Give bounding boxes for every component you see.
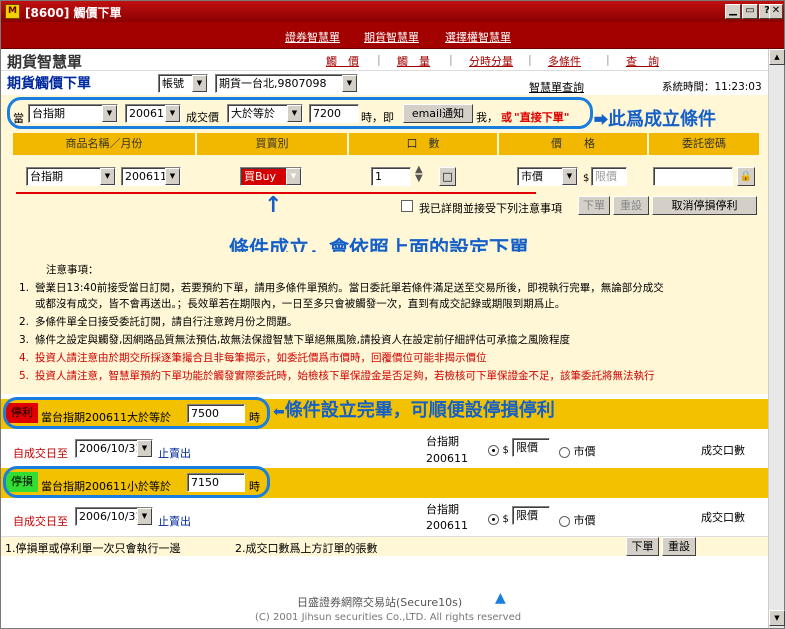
app-icon: M bbox=[5, 4, 20, 19]
footer: 日盛證券網際交易站(Secure10s) ▲ (C) 2001 Jihsun s… bbox=[1, 556, 769, 628]
take-profit-limit-radio[interactable]: $ bbox=[488, 443, 509, 456]
order-product-select[interactable]: 台指期 ▼ bbox=[26, 167, 116, 186]
stop-loss-limit-radio[interactable]: $ bbox=[488, 512, 509, 525]
take-profit-until-suffix: 止賣出 bbox=[158, 447, 191, 460]
system-time: 系統時間：11:23:03 bbox=[662, 81, 762, 93]
take-profit-qty-label: 成交口數 bbox=[701, 444, 745, 457]
notes-panel: 注意事項： 1. 營業日13:40前接受當日訂閱，若要預約下單，請用多條件單預約。… bbox=[1, 252, 784, 394]
reset-button-top[interactable]: 重設 bbox=[613, 196, 649, 215]
bottom-note-1: 1.停損單或停利單一次只會執行一邊 bbox=[5, 542, 181, 555]
minimize-icon[interactable]: ▁ bbox=[725, 4, 741, 19]
take-profit-product: 台指期 bbox=[426, 435, 459, 448]
dollar-sign: $ bbox=[583, 173, 590, 184]
scroll-up-icon[interactable]: ▲ bbox=[769, 49, 785, 65]
menu-touch-price[interactable]: 觸 價 bbox=[326, 53, 359, 69]
take-profit-date-select[interactable]: 2006/10/31 ▼ bbox=[75, 439, 153, 458]
chevron-down-icon: ▼ bbox=[100, 168, 115, 185]
order-month-select[interactable]: 200611 ▼ bbox=[121, 167, 181, 186]
bottom-note-2: 2.成交口數爲上方訂單的張數 bbox=[235, 542, 378, 555]
stop-loss-month: 200611 bbox=[426, 519, 468, 532]
nav-options-smart[interactable]: 選擇權智慧單 bbox=[445, 29, 511, 45]
chevron-down-icon: ▼ bbox=[165, 168, 180, 185]
note-item: 1. 營業日13:40前接受當日訂閱，若要預約下單，請用多條件單預約。當日委託單若… bbox=[18, 282, 664, 294]
menu-time-volume[interactable]: 分時分量 bbox=[469, 53, 513, 69]
take-profit-month: 200611 bbox=[426, 452, 468, 465]
condition-highlight-oval bbox=[7, 97, 593, 129]
chevron-down-icon: ▼ bbox=[137, 440, 152, 457]
menu-query[interactable]: 查 詢 bbox=[626, 53, 659, 69]
title-bar: M [8600] 觸價下單 ▁ ▭ ? bbox=[1, 1, 784, 22]
order-button[interactable]: 下單 bbox=[626, 537, 659, 556]
page-title: 期貨智慧單 bbox=[7, 53, 83, 71]
stop-loss-product: 台指期 bbox=[426, 503, 459, 516]
note-item: 2. 多條件單全日接受委託訂閱，請自行注意跨月份之問題。 bbox=[18, 316, 298, 328]
sub-header: 期貨智慧單 觸 價 | 觸 量 | 分時分量 | 多條件 | 查 詢 bbox=[1, 49, 784, 71]
take-profit-until-prefix: 自成交日至 bbox=[13, 447, 68, 460]
stop-loss-until-suffix: 止賣出 bbox=[158, 515, 191, 528]
col-header-side: 買賣別 bbox=[197, 133, 347, 155]
take-profit-highlight-oval bbox=[3, 397, 270, 429]
quantity-stepper-icon[interactable]: ▲ ▼ bbox=[415, 165, 423, 184]
close-icon[interactable]: ✕ bbox=[769, 4, 783, 19]
order-title: 期貨觸價下單 bbox=[7, 76, 91, 92]
take-profit-market-radio[interactable]: 市價 bbox=[559, 443, 596, 459]
reset-button[interactable]: 重設 bbox=[662, 537, 696, 556]
note-item: 4. 投資人請注意由於期交所採逐筆撮合且非每筆揭示，如委託價爲市價時，回覆價位可能… bbox=[18, 352, 487, 364]
price-type-select[interactable]: 市價 ▼ bbox=[517, 167, 578, 186]
vertical-scrollbar[interactable]: ▲ ▼ bbox=[768, 49, 785, 628]
account-select[interactable]: 帳號 ▼ bbox=[158, 74, 208, 93]
quantity-input[interactable]: 1 bbox=[371, 167, 411, 186]
chevron-down-icon: ▼ bbox=[286, 168, 301, 185]
order-bar: 期貨觸價下單 帳號 ▼ 期貨一台北,9807098 ▼ 智慧單查詢 系統時間：11:… bbox=[1, 71, 784, 95]
chevron-down-icon: ▼ bbox=[137, 508, 152, 525]
menu-touch-volume[interactable]: 觸 量 bbox=[397, 53, 430, 69]
note-item: 5. 投資人請注意，智慧單預約下單功能於觸發實際委託時，始檢核下單保證金是否足夠，… bbox=[18, 370, 655, 382]
cancel-stop-button[interactable]: 取消停損停利 bbox=[652, 196, 757, 215]
stop-loss-market-radio[interactable]: 市價 bbox=[559, 512, 596, 528]
footer-line-1: 日盛證券網際交易站(Secure10s) bbox=[297, 596, 463, 609]
stop-loss-date-select[interactable]: 2006/10/31 ▼ bbox=[75, 507, 153, 526]
nav-futures-smart[interactable]: 期貨智慧單 bbox=[364, 29, 419, 45]
lock-icon[interactable]: 🔒 bbox=[737, 167, 755, 186]
up-arrow-icon: ↑ bbox=[264, 193, 283, 218]
stop-annotation: ⬅條件設立完畢，可順便設停損停利 bbox=[273, 400, 555, 421]
restore-icon[interactable]: ▭ bbox=[742, 4, 758, 19]
smart-order-query-link[interactable]: 智慧單查詢 bbox=[529, 79, 584, 95]
col-header-product: 商品名稱／月份 bbox=[13, 133, 195, 155]
notes-title: 注意事項： bbox=[46, 264, 99, 276]
agree-checkbox[interactable] bbox=[401, 200, 413, 212]
contract-select[interactable]: 期貨一台北,9807098 ▼ bbox=[215, 74, 358, 93]
footer-line-2: (C) 2001 Jihsun securities Co.,LTD. All … bbox=[255, 612, 522, 623]
col-header-password: 委託密碼 bbox=[649, 133, 759, 155]
triangle-up-icon: ▲ bbox=[495, 590, 506, 606]
chevron-down-icon: ▼ bbox=[562, 168, 577, 185]
nav-stock-smart[interactable]: 證券智慧單 bbox=[285, 29, 340, 45]
top-nav: 證券智慧單 期貨智慧單 選擇權智慧單 bbox=[1, 22, 784, 49]
col-header-price: 價 格 bbox=[499, 133, 647, 155]
col-header-qty: 口 數 bbox=[349, 133, 497, 155]
agree-label: 我已詳閱並接受下列注意事項 bbox=[419, 202, 562, 215]
menu-multi-condition[interactable]: 多條件 bbox=[548, 53, 581, 69]
chevron-down-icon: ▼ bbox=[342, 75, 357, 92]
limit-price-input[interactable]: 限價 bbox=[591, 167, 627, 186]
condition-annotation: ⮕此爲成立條件 bbox=[594, 109, 716, 130]
window-title: [8600] 觸價下單 bbox=[25, 6, 122, 20]
note-item: 或都沒有成交，皆不會再送出。；長效單若在期限內，一日至多只會被觸發一次，直到有成… bbox=[35, 298, 566, 310]
take-profit-limit-input[interactable]: 限價 bbox=[512, 438, 550, 457]
note-item: 3. 條件之設定與觸發,因網路品質無法預估,故無法保證智慧下單絕無風險,請投資人在… bbox=[18, 334, 571, 346]
quantity-box-icon[interactable]: □ bbox=[439, 167, 456, 186]
app-window: M [8600] 觸價下單 ▁ ▭ ? ✕ 證券智慧單 期貨智慧單 選擇權智慧單… bbox=[0, 0, 785, 629]
buy-sell-select[interactable]: 買Buy ▼ bbox=[240, 167, 302, 186]
order-password-input[interactable] bbox=[653, 167, 733, 186]
stop-loss-until-prefix: 自成交日至 bbox=[13, 515, 68, 528]
chevron-down-icon: ▼ bbox=[192, 75, 207, 92]
stop-loss-qty-label: 成交口數 bbox=[701, 511, 745, 524]
stop-loss-highlight-oval bbox=[3, 466, 270, 498]
stop-loss-limit-input[interactable]: 限價 bbox=[512, 506, 550, 525]
order-button-top[interactable]: 下單 bbox=[578, 196, 610, 215]
scroll-down-icon[interactable]: ▼ bbox=[769, 610, 785, 626]
